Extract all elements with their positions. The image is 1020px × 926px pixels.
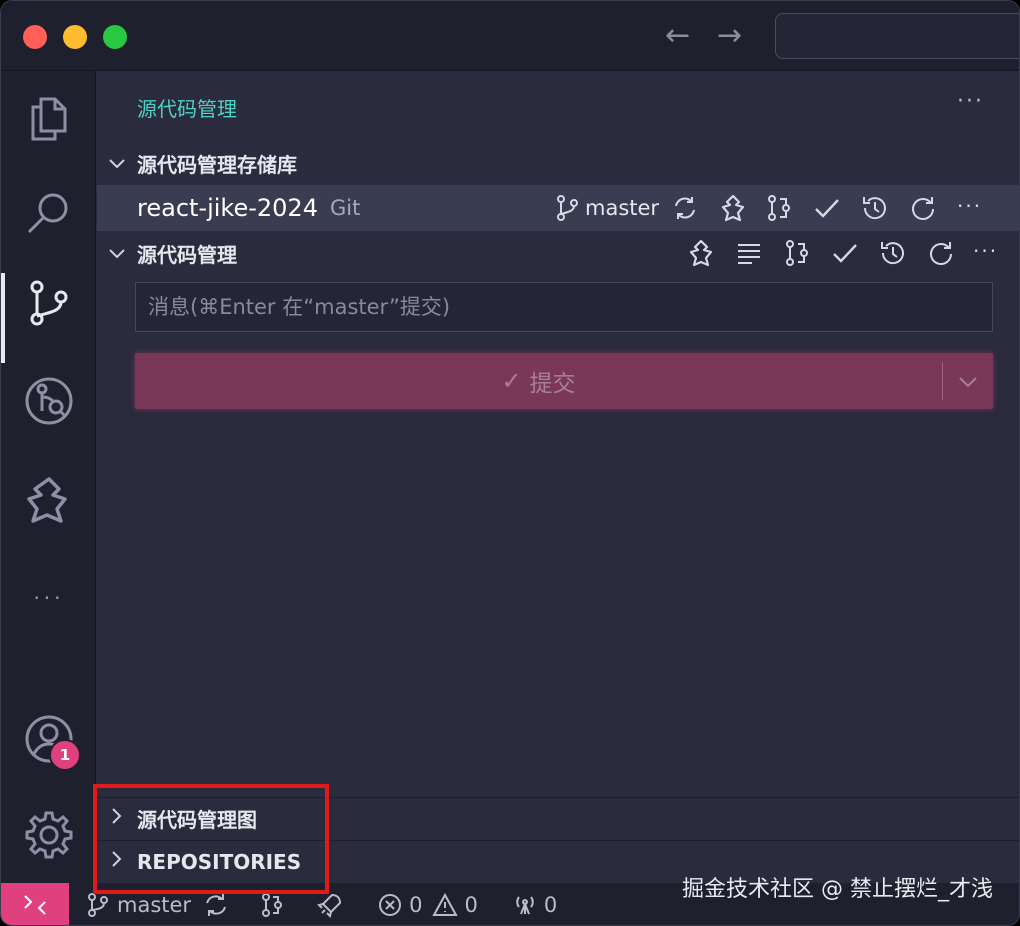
- repo-type: Git: [329, 196, 361, 220]
- repositories-section-label: 源代码管理存储库: [137, 152, 297, 177]
- commit-main-action[interactable]: ✓ 提交: [135, 364, 942, 398]
- source-control-button[interactable]: [1, 263, 96, 363]
- watermark-text: 掘金技术社区 @ 禁止摆烂_才浅: [682, 877, 993, 902]
- title-bar: ← →: [1, 1, 1019, 71]
- sync-button[interactable]: [671, 194, 699, 222]
- repo-more-actions-button[interactable]: ···: [957, 194, 982, 218]
- ai-generate-message-button[interactable]: [687, 239, 715, 267]
- rocket-icon: [317, 893, 342, 918]
- ai-sparkle-icon: [26, 477, 67, 523]
- commit-check-button[interactable]: [813, 194, 841, 222]
- more-views-button[interactable]: ···: [29, 586, 69, 610]
- status-branch-button[interactable]: master: [85, 892, 191, 918]
- commit-check-button[interactable]: [831, 239, 859, 267]
- commit-button[interactable]: ✓ 提交: [135, 353, 993, 409]
- ai-assistant-button[interactable]: [1, 461, 96, 541]
- explorer-button[interactable]: [1, 79, 96, 159]
- settings-button[interactable]: [1, 795, 96, 875]
- nav-forward-button[interactable]: →: [717, 19, 742, 53]
- changes-section-header[interactable]: 源代码管理 ···: [97, 231, 1019, 275]
- search-icon: [27, 193, 67, 234]
- command-center-search[interactable]: [775, 13, 1019, 59]
- panel-more-actions-button[interactable]: ···: [957, 89, 984, 114]
- status-warning-count: 0: [464, 893, 478, 917]
- commit-message-input[interactable]: [135, 282, 993, 332]
- git-compare-icon: [786, 240, 808, 266]
- branch-icon: [88, 893, 108, 917]
- refresh-icon: [930, 242, 952, 265]
- chevron-down-icon: [97, 243, 137, 264]
- ai-sparkle-icon: [721, 194, 745, 222]
- accounts-button[interactable]: [1, 699, 96, 779]
- graph-section-header[interactable]: 源代码管理图: [97, 797, 1019, 839]
- sync-icon: [675, 197, 695, 219]
- status-problems-button[interactable]: 0 0: [377, 892, 478, 918]
- git-lens-button[interactable]: [1, 361, 96, 441]
- chevron-down-icon: [959, 376, 977, 387]
- broadcast-icon: [516, 896, 534, 915]
- remote-icon: [24, 895, 46, 915]
- check-icon: [833, 244, 857, 263]
- status-compare-button[interactable]: [259, 892, 285, 918]
- branch-picker-button[interactable]: master: [553, 194, 659, 222]
- panel-title: 源代码管理: [137, 97, 237, 121]
- accounts-badge: 1: [49, 739, 81, 771]
- check-icon: [815, 199, 839, 218]
- nav-back-button[interactable]: ←: [665, 19, 690, 53]
- source-control-sidebar: 源代码管理 ··· 源代码管理存储库 react-jike-2024 Git m…: [97, 71, 1019, 883]
- commit-button-label: 提交: [529, 371, 576, 397]
- close-window-button[interactable]: [23, 25, 47, 49]
- view-as-list-button[interactable]: [735, 239, 763, 267]
- search-button[interactable]: [1, 174, 96, 254]
- graph-section-label: 源代码管理图: [137, 808, 257, 832]
- gear-icon: [25, 811, 72, 859]
- vscode-window: ← → ··· 1 源代码管理 ··· 源代码管理存储库 react-jike-…: [0, 0, 1020, 926]
- status-ports-count: 0: [543, 893, 558, 917]
- ai-sparkle-icon: [689, 239, 713, 267]
- status-deploy-button[interactable]: [317, 892, 343, 918]
- changes-section-label: 源代码管理: [137, 242, 237, 267]
- zoom-window-button[interactable]: [103, 25, 127, 49]
- status-error-count: 0: [409, 893, 423, 917]
- chevron-right-icon: [97, 851, 137, 872]
- branch-label: master: [585, 196, 660, 220]
- history-button[interactable]: [879, 239, 907, 267]
- status-sync-button[interactable]: [203, 892, 229, 918]
- list-icon: [738, 244, 760, 264]
- refresh-icon: [912, 197, 934, 220]
- minimize-window-button[interactable]: [63, 25, 87, 49]
- check-icon: ✓: [501, 367, 522, 395]
- refresh-button[interactable]: [927, 239, 955, 267]
- compare-changes-button[interactable]: [765, 194, 793, 222]
- repository-row[interactable]: react-jike-2024 Git master ···: [97, 185, 1019, 231]
- git-compare-icon: [262, 893, 283, 917]
- activity-bar: ··· 1: [1, 71, 96, 883]
- repo-name: react-jike-2024: [137, 194, 318, 222]
- git-compare-icon: [768, 195, 790, 221]
- history-button[interactable]: [861, 194, 889, 222]
- files-icon: [31, 97, 66, 141]
- compare-changes-button[interactable]: [783, 239, 811, 267]
- status-ports-button[interactable]: 0: [512, 892, 557, 918]
- ai-commit-button[interactable]: [719, 194, 747, 222]
- status-branch-label: master: [117, 893, 192, 917]
- branch-icon: [557, 195, 578, 221]
- refresh-button[interactable]: [909, 194, 937, 222]
- chevron-down-icon: [97, 153, 137, 174]
- source-control-icon: [30, 280, 67, 326]
- error-icon: [379, 894, 402, 916]
- sync-icon: [206, 894, 227, 916]
- history-icon: [881, 242, 904, 265]
- git-inspect-icon: [25, 377, 72, 425]
- repositories-section-header[interactable]: 源代码管理存储库: [97, 141, 1019, 185]
- remote-indicator-button[interactable]: [1, 883, 69, 925]
- history-icon: [863, 197, 886, 220]
- changes-more-actions-button[interactable]: ···: [973, 239, 998, 263]
- warning-icon: [432, 892, 459, 916]
- chevron-right-icon: [97, 808, 137, 829]
- repositories-view-label: REPOSITORIES: [137, 849, 302, 874]
- commit-dropdown-button[interactable]: [943, 371, 993, 392]
